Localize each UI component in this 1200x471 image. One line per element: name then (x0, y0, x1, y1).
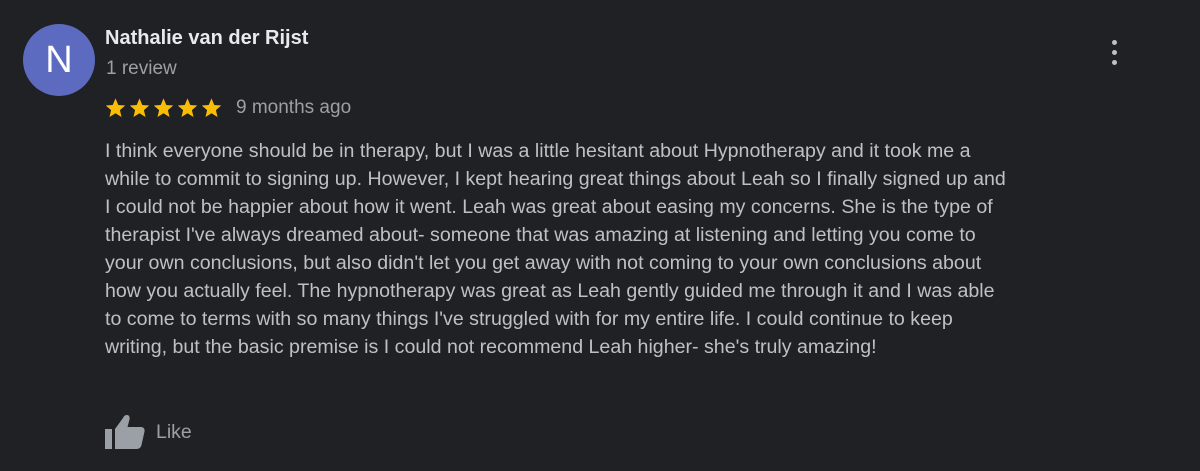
rating-row: 9 months ago (104, 95, 351, 121)
review-text-line: I could not be happier about how it went… (105, 196, 993, 218)
review-timestamp: 9 months ago (236, 97, 352, 118)
review-count[interactable]: 1 review (106, 57, 177, 81)
star-icon (201, 98, 222, 117)
like-label: Like (156, 421, 192, 443)
like-button[interactable]: Like (104, 412, 192, 452)
review-text-line: your own conclusions, but also didn't le… (105, 252, 982, 274)
star-icon (129, 98, 150, 117)
avatar-initial: N (45, 39, 73, 81)
more-vertical-icon (1111, 39, 1117, 45)
author-name[interactable]: Nathalie van der Rijst (105, 26, 308, 50)
star-icon (153, 98, 174, 117)
avatar[interactable]: N (23, 24, 95, 96)
star-rating (104, 97, 223, 119)
star-icon (177, 98, 198, 117)
review-text-line: therapist I've always dreamed about- som… (105, 224, 976, 246)
more-options-button[interactable] (1098, 34, 1130, 70)
review-text-line: I think everyone should be in therapy, b… (105, 140, 971, 162)
review-card: N Nathalie van der Rijst 1 review 9 mont… (0, 0, 1200, 471)
thumbs-up-icon (105, 415, 145, 449)
review-text-line: to come to terms with so many things I'v… (105, 308, 953, 330)
review-text-line: how you actually feel. The hypnotherapy … (105, 280, 995, 302)
review-text-line: writing, but the basic premise is I coul… (105, 336, 877, 358)
star-icon (105, 98, 126, 117)
review-text-line: while to commit to signing up. However, … (105, 168, 1006, 190)
review-text: I think everyone should be in therapy, b… (105, 137, 1165, 361)
